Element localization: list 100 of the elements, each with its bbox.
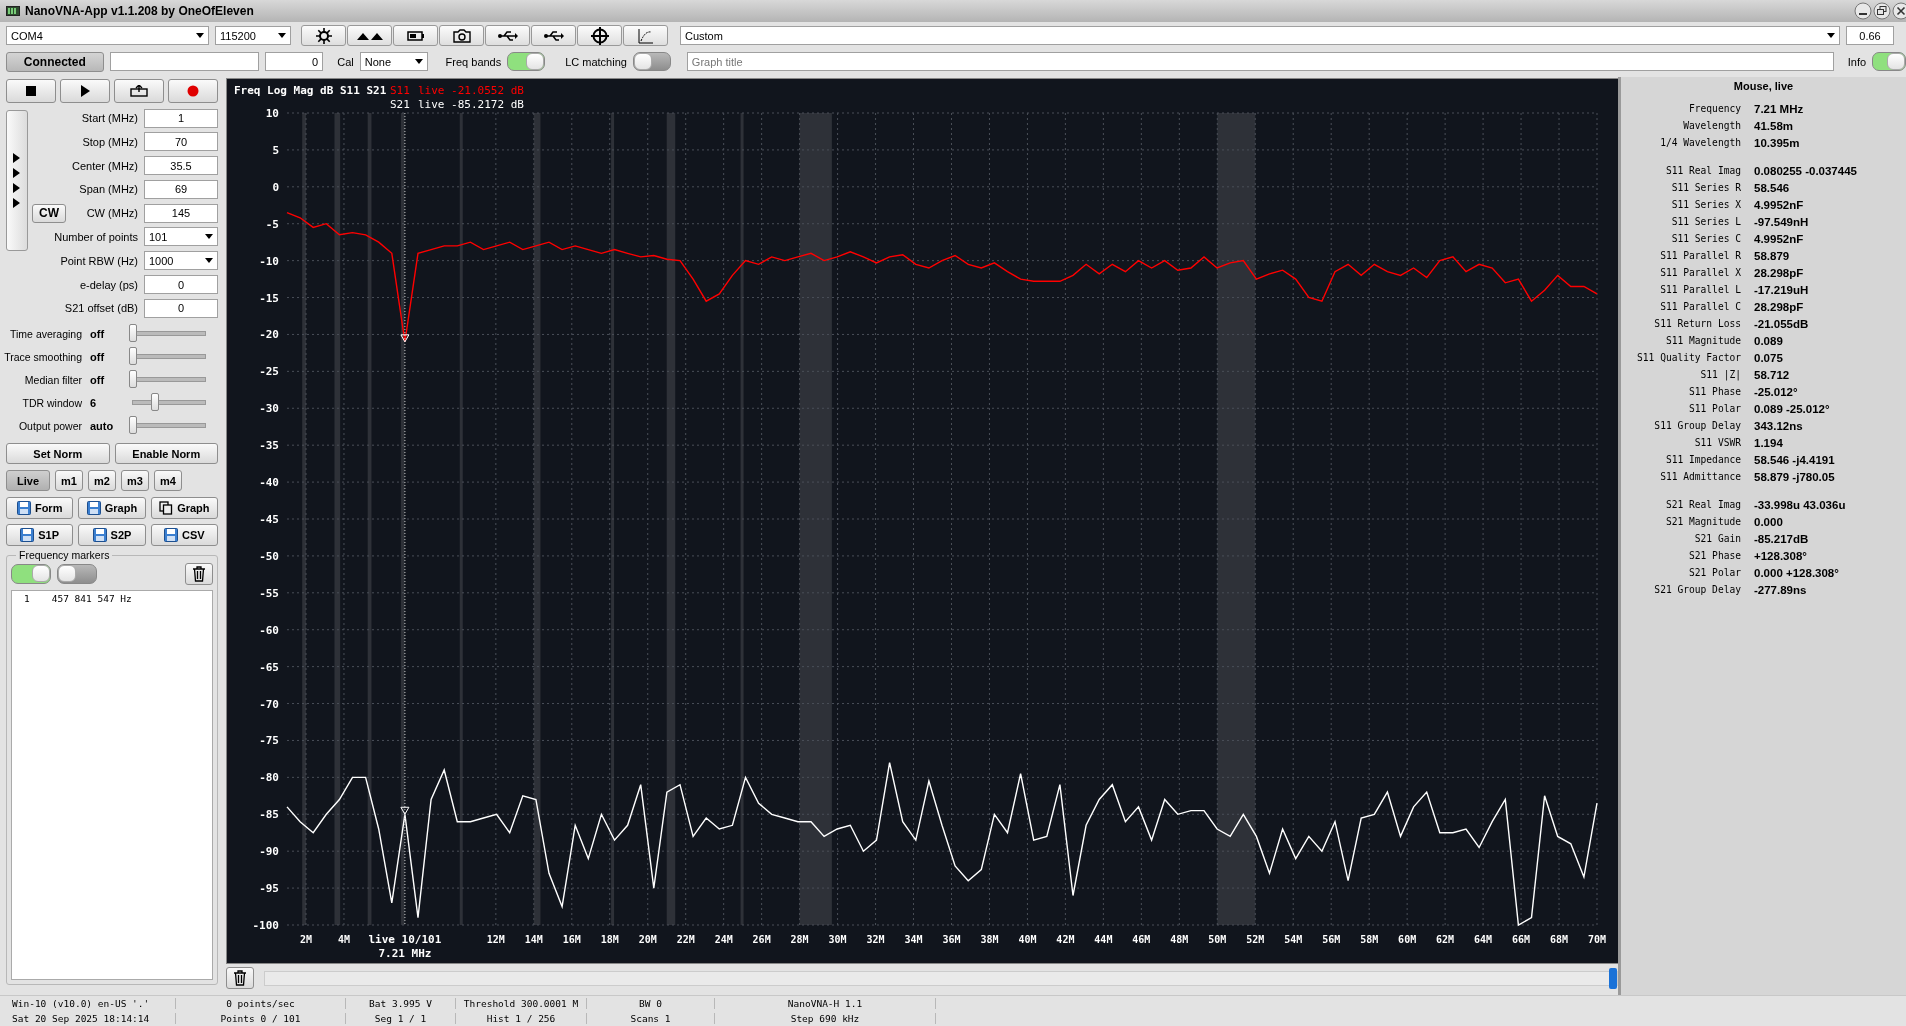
history-slider[interactable] — [264, 970, 1618, 986]
zoom-field[interactable]: 0.66 — [1846, 26, 1894, 45]
info-label: Frequency — [1688, 103, 1741, 114]
y-tick-label: -60 — [259, 623, 279, 637]
status-text: Threshold 300.0001 M — [456, 998, 587, 1009]
port-dropdown[interactable]: COM4 — [6, 26, 209, 45]
graph-button[interactable] — [623, 25, 668, 46]
norm-button[interactable]: Enable Norm — [114, 443, 218, 465]
status-text: NanoVNA-H 1.1 — [715, 998, 936, 1009]
counter-field[interactable]: 0 — [265, 52, 324, 71]
x-tick-label: 18M — [600, 934, 619, 945]
value-field[interactable]: 145 — [144, 203, 218, 223]
crosshair-icon — [590, 26, 609, 45]
marker-toggle[interactable] — [57, 564, 97, 585]
copy-icon — [159, 501, 174, 516]
usb-button[interactable] — [485, 25, 530, 46]
triangles-button[interactable] — [347, 25, 392, 46]
slider-thumb[interactable] — [129, 347, 137, 366]
baud-dropdown[interactable]: 115200 — [215, 26, 291, 45]
settings-button[interactable] — [301, 25, 346, 46]
usb-button[interactable] — [531, 25, 576, 46]
lc-matching-toggle[interactable] — [632, 52, 671, 71]
marker-toggle[interactable] — [11, 564, 51, 585]
save-button[interactable]: Graph — [150, 497, 218, 520]
trace-tab[interactable]: m4 — [154, 470, 182, 492]
trace-tab[interactable]: m2 — [88, 470, 116, 492]
x-tick-label: 58M — [1360, 934, 1379, 945]
slider-thumb[interactable] — [129, 370, 137, 389]
marker-number: 1 — [24, 593, 30, 605]
trace-tab[interactable]: m1 — [55, 470, 83, 492]
save-button[interactable]: S2P — [78, 524, 146, 547]
status-text: Points 0 / 101 — [176, 1013, 346, 1024]
delete-button[interactable] — [226, 967, 254, 989]
value-field[interactable]: 1 — [144, 108, 218, 128]
battery-button[interactable] — [393, 25, 438, 46]
restore-icon[interactable] — [1873, 2, 1891, 20]
graph-title-field[interactable]: Graph title — [686, 52, 1834, 71]
info-value: 0.075 — [1753, 351, 1783, 364]
field-label: Start (MHz) — [80, 112, 138, 124]
field-label: Number of points — [53, 231, 138, 243]
x-tick-label: 48M — [1170, 934, 1189, 945]
record-button[interactable] — [168, 79, 218, 103]
info-toggle[interactable] — [1872, 52, 1906, 71]
info-label: Wavelength — [1682, 120, 1741, 131]
info-value: 0.089 — [1753, 334, 1783, 347]
status-field[interactable] — [109, 52, 260, 71]
y-tick-label: -75 — [259, 734, 279, 748]
info-label: S11 VSWR — [1693, 437, 1741, 448]
save-button[interactable]: CSV — [150, 524, 218, 547]
floppy-icon — [164, 528, 178, 543]
usb-icon — [543, 29, 564, 42]
slider-thumb[interactable] — [150, 393, 159, 412]
x-tick-label: 62M — [1436, 934, 1455, 945]
value-dropdown[interactable]: 101 — [144, 227, 218, 247]
camera-button[interactable] — [439, 25, 484, 46]
trace-tab[interactable]: m3 — [121, 470, 149, 492]
value-field[interactable]: 69 — [144, 179, 218, 199]
value-field[interactable]: 70 — [144, 132, 218, 152]
value-dropdown[interactable]: 1000 — [144, 251, 218, 271]
minimize-icon[interactable] — [1854, 2, 1872, 20]
value-field[interactable]: 35.5 — [144, 156, 218, 176]
stop-button[interactable] — [6, 79, 56, 103]
marker-list[interactable]: 1 457 841 547 Hz — [11, 590, 213, 980]
norm-button[interactable]: Set Norm — [6, 443, 110, 465]
info-value: 0.000 — [1753, 515, 1783, 528]
close-icon[interactable] — [1892, 2, 1906, 20]
trace-tab[interactable]: Live — [6, 470, 50, 492]
slider-thumb[interactable] — [129, 324, 137, 343]
y-tick-label: -50 — [259, 549, 279, 563]
freq-bands-toggle[interactable] — [507, 52, 546, 71]
cw-button[interactable]: CW — [32, 203, 66, 223]
slider-thumb[interactable] — [129, 416, 137, 435]
info-label: S11 Polar — [1688, 403, 1741, 414]
marker-label: live 10/101 — [368, 933, 442, 946]
floppy-icon — [20, 528, 35, 543]
connect-button[interactable]: Connected — [6, 51, 104, 72]
panel-handle[interactable] — [6, 110, 28, 251]
cal-dropdown[interactable]: None — [359, 52, 428, 71]
play-button[interactable] — [60, 79, 110, 103]
info-label: S21 Group Delay — [1653, 584, 1741, 595]
save-button[interactable]: S1P — [6, 524, 74, 547]
preset-dropdown[interactable]: Custom — [680, 26, 1840, 45]
save-button[interactable]: Form — [6, 497, 74, 520]
crosshair-button[interactable] — [577, 25, 622, 46]
field-label: CW (MHz) — [85, 207, 138, 220]
save-button[interactable]: Graph — [78, 497, 146, 520]
slider-label: Time averaging — [9, 327, 82, 340]
info-label: S11 Series R — [1670, 182, 1741, 193]
triangles-icon — [13, 152, 21, 209]
delete-button[interactable] — [185, 563, 213, 586]
x-tick-label: 40M — [1018, 934, 1037, 945]
export-button[interactable] — [114, 79, 164, 103]
x-tick-label: 32M — [866, 934, 885, 945]
info-value: 41.58m — [1753, 119, 1793, 132]
value-field[interactable]: 0 — [144, 275, 218, 295]
x-tick-label: 12M — [486, 934, 505, 945]
slider-thumb[interactable] — [1609, 967, 1617, 989]
info-value: 58.546 — [1753, 181, 1790, 194]
floppy-icon — [86, 501, 101, 516]
value-field[interactable]: 0 — [144, 298, 218, 318]
